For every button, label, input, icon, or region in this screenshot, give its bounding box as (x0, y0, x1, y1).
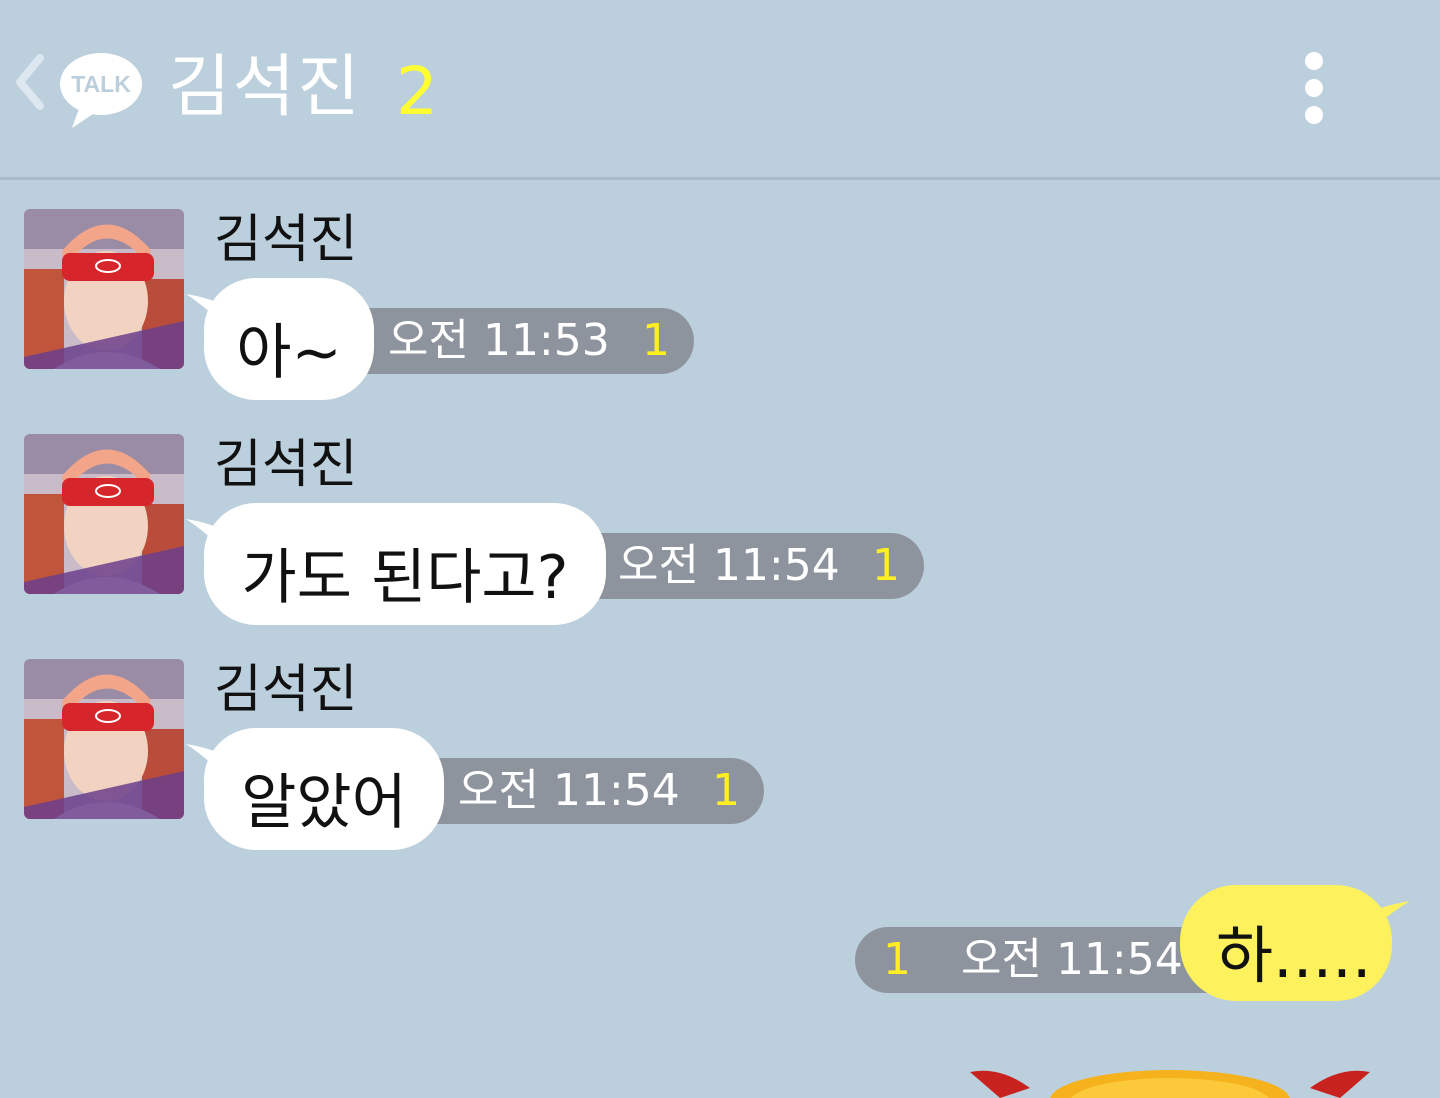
message-time: 오전 11:54 (618, 540, 840, 591)
bubble-tail-icon (1364, 901, 1410, 941)
more-menu-button[interactable] (1290, 46, 1338, 130)
message-bubble[interactable]: 알았어 (186, 728, 444, 850)
my-message-meta: 1 오전 11:54 (855, 927, 1215, 993)
avatar[interactable] (24, 209, 184, 369)
avatar[interactable] (24, 434, 184, 594)
menu-dot-icon (1305, 106, 1323, 124)
message-meta: 오전 11:54 1 (430, 758, 764, 824)
menu-dot-icon (1305, 52, 1323, 70)
message-bubble[interactable]: 아~ (186, 278, 374, 400)
bubble-tail-icon (186, 519, 234, 563)
message-bubble[interactable]: 가도 된다고? (186, 503, 606, 625)
talk-logo-text: TALK (71, 71, 131, 97)
unread-count: 1 (872, 540, 900, 591)
chevron-left-icon[interactable] (12, 54, 46, 110)
message-time: 오전 11:54 (961, 934, 1183, 985)
avatar[interactable] (24, 659, 184, 819)
message-meta: 오전 11:54 1 (590, 533, 924, 599)
sender-name: 김석진 (214, 435, 358, 495)
unread-count: 1 (642, 315, 670, 366)
bubble-tail-icon (186, 294, 234, 338)
message-text: 하..... (1216, 919, 1372, 992)
member-count: 2 (396, 53, 438, 130)
message-text: 가도 된다고? (241, 543, 569, 613)
message-time: 오전 11:54 (458, 765, 680, 816)
my-message-bubble[interactable]: 하..... (1180, 885, 1410, 1001)
menu-dot-icon (1305, 79, 1323, 97)
message-text: 알았어 (241, 768, 407, 838)
chat-title: 김석진 (168, 48, 362, 127)
chat-header: TALK 김석진 2 (0, 0, 1440, 180)
sender-name: 김석진 (214, 660, 358, 720)
unread-count: 1 (712, 765, 740, 816)
bubble-tail-icon (186, 744, 234, 788)
message-meta: 오전 11:53 1 (360, 308, 694, 374)
sender-name: 김석진 (214, 210, 358, 270)
unread-count: 1 (883, 934, 911, 985)
sticker-icon[interactable] (960, 1058, 1380, 1098)
talk-logo-icon: TALK (58, 50, 144, 130)
message-time: 오전 11:53 (388, 315, 610, 366)
message-text: 아~ (236, 318, 342, 388)
